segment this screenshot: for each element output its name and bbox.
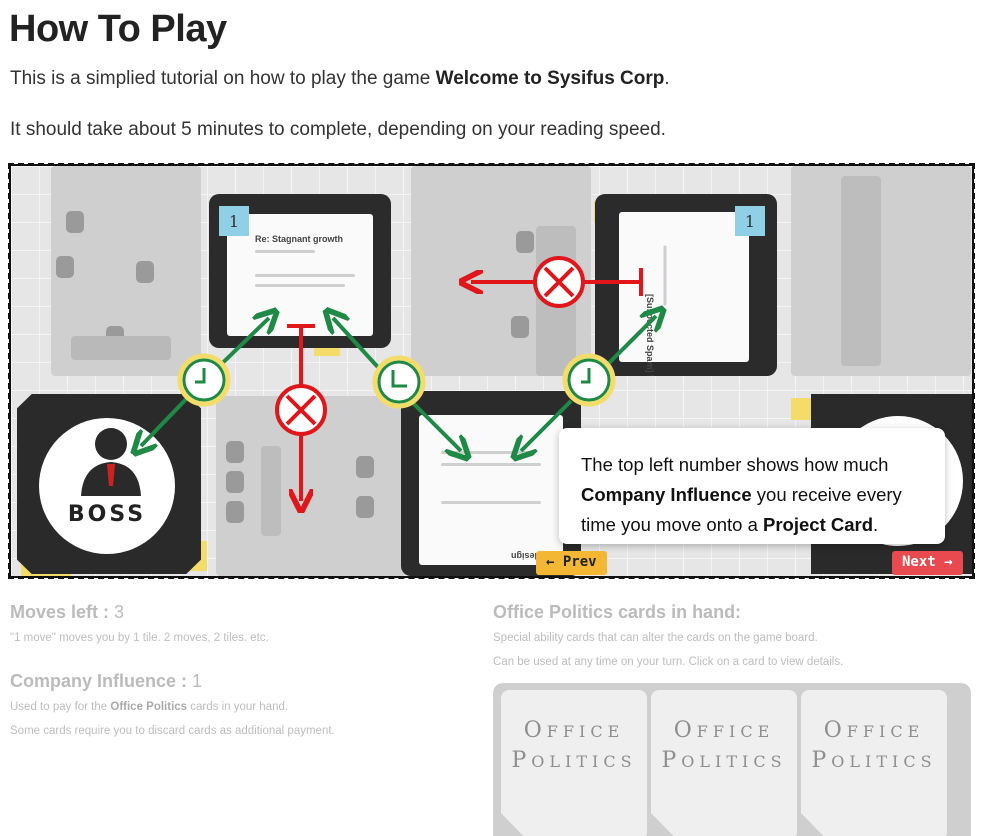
influence-note-suffix: cards in your hand. xyxy=(187,701,289,713)
moves-left-label: Moves left : xyxy=(10,602,115,622)
clock-icon xyxy=(372,355,426,409)
intro-prefix: This is a simplied tutorial on how to pl… xyxy=(10,68,436,89)
office-politics-card[interactable]: OFFICE POLITICS xyxy=(651,690,797,836)
intro-text: This is a simplied tutorial on how to pl… xyxy=(10,68,670,90)
tutorial-board: BOSS 1 Re: Stagnant growth 1 [Suspected … xyxy=(8,163,975,579)
office-politics-card[interactable]: OFFICE POLITICS xyxy=(801,690,947,836)
tooltip-keyword: Company Influence xyxy=(581,484,752,505)
moves-left-value: 3 xyxy=(114,602,125,622)
tooltip-text: . xyxy=(873,514,879,535)
influence-label: Company Influence : xyxy=(10,671,193,691)
hand-note-2: Can be used at any time on your turn. Cl… xyxy=(493,656,844,668)
hand-note-1: Special ability cards that can alter the… xyxy=(493,632,818,644)
influence-value: 1 xyxy=(192,671,203,691)
influence-note-2: Some cards require you to discard cards … xyxy=(10,725,335,737)
page-title: How To Play xyxy=(9,8,227,50)
clock-icon xyxy=(177,353,231,407)
card-title-line-2: POLITICS xyxy=(661,748,787,773)
blocked-icon xyxy=(275,384,327,436)
influence-note-prefix: Used to pay for the xyxy=(10,701,111,713)
intro-suffix: . xyxy=(664,68,670,89)
next-button[interactable]: Next → xyxy=(892,551,963,575)
influence-note: Used to pay for the Office Politics card… xyxy=(10,701,288,713)
card-title-line-1: OFFICE xyxy=(823,718,925,743)
card-title-line-1: OFFICE xyxy=(673,718,775,743)
card-title-line-2: POLITICS xyxy=(511,748,637,773)
card-title-line-2: POLITICS xyxy=(811,748,937,773)
duration-text: It should take about 5 minutes to comple… xyxy=(10,119,666,140)
office-politics-card[interactable]: OFFICE POLITICS xyxy=(501,690,647,836)
game-name: Welcome to Sysifus Corp xyxy=(435,68,665,89)
tooltip-keyword: Project Card xyxy=(763,514,874,535)
moves-note: "1 move" moves you by 1 tile. 2 moves, 2… xyxy=(10,632,269,644)
prev-button[interactable]: ← Prev xyxy=(536,551,607,575)
hand-title: Office Politics cards in hand: xyxy=(493,602,742,622)
moves-left-stat: Moves left : 3 xyxy=(10,602,124,623)
influence-note-bold: Office Politics xyxy=(110,701,188,713)
blocked-icon xyxy=(533,256,585,308)
card-title-line-1: OFFICE xyxy=(523,718,625,743)
tutorial-tooltip: The top left number shows how much Compa… xyxy=(559,428,945,544)
tooltip-text: The top left number shows how much xyxy=(581,454,889,475)
clock-icon xyxy=(562,353,616,407)
company-influence-stat: Company Influence : 1 xyxy=(10,671,202,692)
